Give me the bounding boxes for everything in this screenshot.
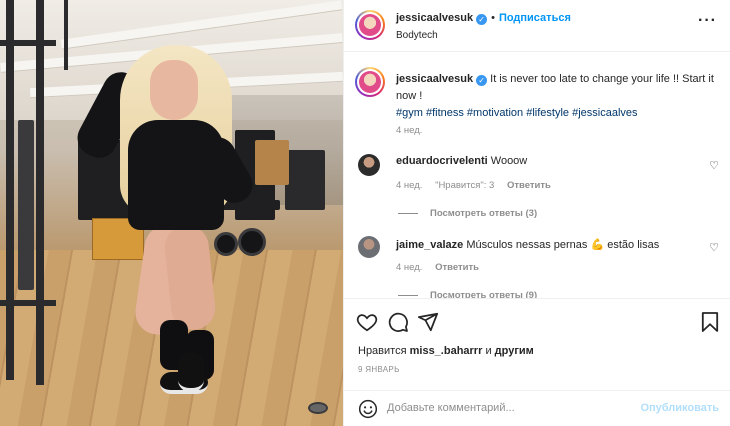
comment-composer: Добавьте комментарий... Опубликовать <box>344 390 730 426</box>
post-date[interactable]: 9 ЯНВАРЬ <box>358 365 400 374</box>
comment-text-after: estão lisas <box>607 239 660 251</box>
caption-hashtags[interactable]: #gym #fitness #motivation #lifestyle #je… <box>396 107 638 119</box>
comment-likes-count[interactable]: "Нравится": 3 <box>435 180 494 191</box>
reply-button[interactable]: Ответить <box>435 262 479 273</box>
post-photo[interactable] <box>0 0 343 426</box>
likes-conjunction: и <box>485 345 492 357</box>
machine-post <box>36 0 44 385</box>
author-line: jessicaalvesuk ✓ • Подписаться <box>396 12 571 25</box>
replies-line <box>398 294 418 296</box>
emoji-icon[interactable] <box>358 399 378 419</box>
comment: jaime_valaze Músculos nessas pernas 💪 es… <box>396 238 659 251</box>
comment-text: Músculos nessas pernas <box>466 239 588 251</box>
verified-badge-icon: ✓ <box>476 14 488 25</box>
comment-meta: 4 нед. Ответить <box>396 262 479 273</box>
comment-like-heart-icon[interactable]: ♡ <box>709 241 719 254</box>
weight-stack <box>18 120 34 290</box>
comment-icon[interactable] <box>387 311 409 333</box>
comment-text: Wooow <box>490 155 528 167</box>
machine-bar <box>0 300 56 306</box>
author-avatar-image <box>359 14 381 36</box>
machine-bar <box>0 40 56 46</box>
commenter-avatar[interactable] <box>358 236 380 258</box>
post-location[interactable]: Bodytech <box>396 30 438 41</box>
caption-author-avatar[interactable] <box>355 67 385 97</box>
view-replies[interactable]: Посмотреть ответы (3) <box>398 207 537 219</box>
likes-summary: Нравится miss_.baharrr и другим <box>358 345 534 357</box>
author-avatar[interactable] <box>355 10 385 40</box>
comment-time[interactable]: 4 нед. <box>396 180 422 191</box>
weight-plate <box>238 228 266 256</box>
caption-time[interactable]: 4 нед. <box>396 125 422 136</box>
cable <box>64 0 68 70</box>
comment-username[interactable]: jaime_valaze <box>396 239 463 251</box>
caption: jessicaalvesuk ✓ It is never too late to … <box>396 71 716 122</box>
separator-dot: • <box>491 12 495 24</box>
author-username[interactable]: jessicaalvesuk <box>396 12 473 24</box>
floor-drain <box>308 402 328 414</box>
machine-post <box>6 0 14 380</box>
post-details-panel: jessicaalvesuk ✓ • Подписаться Bodytech ···… <box>343 0 730 426</box>
share-icon[interactable] <box>417 311 439 333</box>
person-shoe <box>178 352 204 392</box>
likes-others-link[interactable]: другим <box>495 345 534 357</box>
leather-seat <box>255 140 289 185</box>
heart-icon[interactable] <box>356 311 378 333</box>
flexed-biceps-emoji: 💪 <box>590 239 605 251</box>
liker-username[interactable]: miss_.baharrr <box>410 345 483 357</box>
reply-button[interactable]: Ответить <box>507 180 551 191</box>
comments-section[interactable]: jessicaalvesuk ✓ It is never too late to … <box>344 52 730 298</box>
comment-time[interactable]: 4 нед. <box>396 262 422 273</box>
commenter-avatar[interactable] <box>358 154 380 176</box>
comment-input[interactable]: Добавьте комментарий... <box>387 402 515 414</box>
post-actions: Нравится miss_.baharrr и другим 9 ЯНВАРЬ <box>344 298 730 390</box>
weight-plate <box>214 232 238 256</box>
comment-like-heart-icon[interactable]: ♡ <box>709 159 719 172</box>
more-horizontal-icon[interactable]: ··· <box>698 12 717 30</box>
comment-meta: 4 нед. "Нравится": 3 Ответить <box>396 180 551 191</box>
comment: eduardocrivelenti Wooow <box>396 155 527 167</box>
publish-button[interactable]: Опубликовать <box>640 402 719 414</box>
likes-prefix: Нравится <box>358 345 407 357</box>
person-face <box>150 60 198 120</box>
replies-line <box>398 212 418 214</box>
bookmark-icon[interactable] <box>701 311 719 333</box>
post-header: jessicaalvesuk ✓ • Подписаться Bodytech ··· <box>344 0 730 52</box>
verified-badge-icon: ✓ <box>476 75 488 86</box>
follow-button[interactable]: Подписаться <box>499 12 571 24</box>
gym-bench <box>285 150 325 210</box>
comment-username[interactable]: eduardocrivelenti <box>396 155 488 167</box>
view-replies[interactable]: Посмотреть ответы (9) <box>398 289 537 298</box>
caption-author[interactable]: jessicaalvesuk <box>396 73 473 85</box>
